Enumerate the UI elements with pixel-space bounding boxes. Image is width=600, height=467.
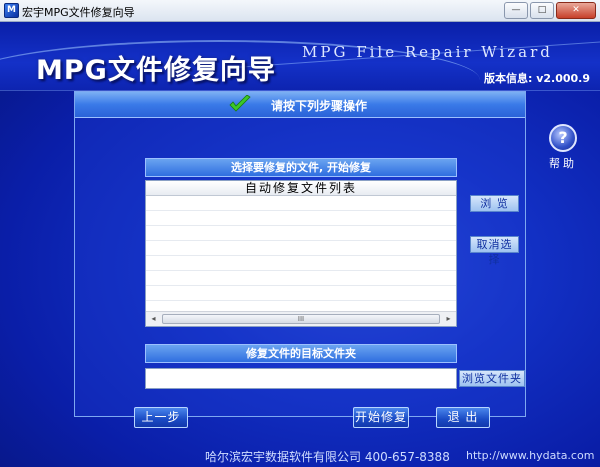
target-folder-input[interactable]	[145, 368, 457, 389]
version-info: 版本信息: v2.000.9	[483, 72, 590, 85]
scroll-right-icon[interactable]: ▸	[441, 312, 456, 326]
file-list-rows[interactable]	[146, 196, 456, 312]
scroll-left-icon[interactable]: ◂	[146, 312, 161, 326]
app-logo-title: MPG文件修复向导	[36, 55, 276, 86]
horizontal-scrollbar[interactable]: ◂ III ▸	[146, 311, 456, 326]
footer-company-info: 哈尔滨宏宇数据软件有限公司 400-657-8388	[205, 450, 450, 464]
header-banner: MPG文件修复向导 MPG File Repair Wizard 版本信息: v…	[0, 22, 600, 127]
previous-step-button[interactable]: 上一步	[134, 407, 188, 428]
help-button[interactable]: ? 帮助	[547, 124, 579, 171]
maximize-button[interactable]: □	[530, 2, 554, 19]
help-icon[interactable]: ?	[549, 124, 577, 152]
cancel-selection-button[interactable]: 取消选择	[470, 236, 519, 266]
browse-folder-button[interactable]: 浏览文件夹	[459, 370, 525, 387]
scrollbar-thumb[interactable]: III	[162, 314, 440, 324]
close-button[interactable]: ✕	[556, 2, 596, 19]
app-icon: M	[4, 3, 19, 18]
repair-file-list[interactable]: 自动修复文件列表 ◂ III ▸	[145, 180, 457, 327]
target-folder-section-header: 修复文件的目标文件夹	[145, 344, 457, 363]
window-titlebar[interactable]: M 宏宇MPG文件修复向导 — □ ✕	[0, 0, 600, 22]
window-controls: — □ ✕	[504, 2, 596, 19]
start-repair-button[interactable]: 开始修复	[353, 407, 409, 428]
panel-header: 请按下列步骤操作	[75, 92, 525, 118]
minimize-button[interactable]: —	[504, 2, 528, 19]
checkmark-icon	[229, 95, 251, 112]
browse-button[interactable]: 浏 览	[470, 195, 519, 212]
instruction-text: 请按下列步骤操作	[271, 99, 368, 113]
footer-website-link[interactable]: http://www.hydata.com	[466, 449, 594, 462]
help-label: 帮助	[549, 157, 577, 170]
select-files-section-header: 选择要修复的文件, 开始修复	[145, 158, 457, 177]
window-title: 宏宇MPG文件修复向导	[22, 6, 135, 19]
file-list-column-header[interactable]: 自动修复文件列表	[146, 181, 456, 196]
app-logo-subtitle: MPG File Repair Wizard	[302, 43, 553, 61]
exit-button[interactable]: 退 出	[436, 407, 490, 428]
